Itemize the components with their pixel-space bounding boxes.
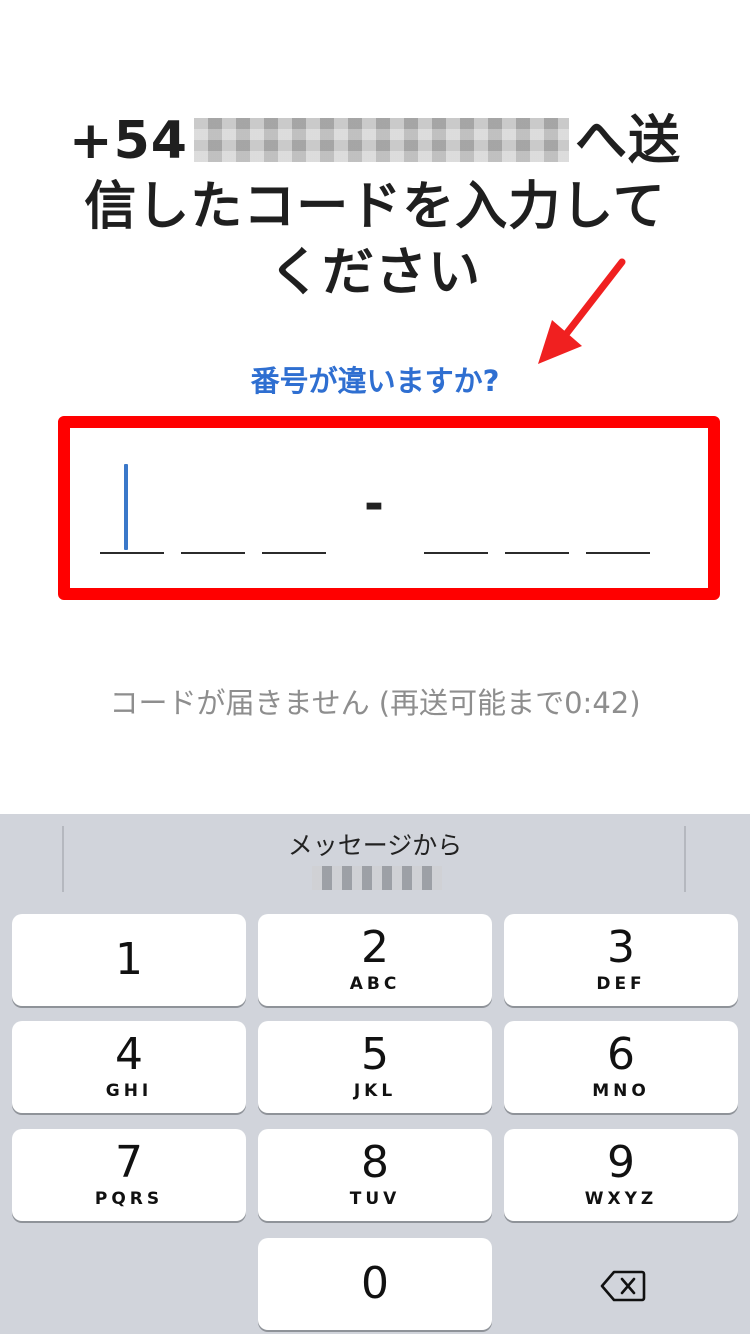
key-3[interactable]: 3 DEF bbox=[504, 914, 738, 1006]
numeric-keyboard: メッセージから 1 2 ABC 3 DEF 4 GHI 5 JKL 6 MNO … bbox=[0, 814, 750, 1334]
key-digit: 8 bbox=[361, 1137, 389, 1188]
resend-status[interactable]: コードが届きません (再送可能まで0:42) bbox=[0, 680, 750, 722]
key-letters: MNO bbox=[592, 1081, 650, 1101]
code-slot-5[interactable] bbox=[505, 552, 569, 554]
redacted-phone-number bbox=[193, 118, 569, 162]
key-7[interactable]: 7 PQRS bbox=[12, 1129, 246, 1221]
key-8[interactable]: 8 TUV bbox=[258, 1129, 492, 1221]
key-4[interactable]: 4 GHI bbox=[12, 1021, 246, 1113]
code-input-highlight bbox=[58, 416, 720, 600]
phone-prefix: +54 bbox=[69, 111, 188, 171]
text-cursor bbox=[124, 464, 128, 550]
key-5[interactable]: 5 JKL bbox=[258, 1021, 492, 1113]
key-6[interactable]: 6 MNO bbox=[504, 1021, 738, 1113]
key-digit: 6 bbox=[607, 1029, 635, 1080]
key-letters: DEF bbox=[596, 974, 646, 994]
key-digit: 4 bbox=[115, 1029, 143, 1080]
key-letters: GHI bbox=[105, 1081, 153, 1101]
key-letters: JKL bbox=[353, 1081, 397, 1101]
key-digit: 9 bbox=[607, 1137, 635, 1188]
red-arrow-icon bbox=[538, 258, 626, 364]
code-slot-1[interactable] bbox=[100, 552, 164, 554]
key-letters: WXYZ bbox=[584, 1189, 658, 1209]
code-slot-4[interactable] bbox=[424, 552, 488, 554]
code-slot-2[interactable] bbox=[181, 552, 245, 554]
code-slot-6[interactable] bbox=[586, 552, 650, 554]
key-digit: 2 bbox=[361, 922, 389, 973]
suggestion-label: メッセージから bbox=[287, 831, 463, 860]
title-suffix: へ送 bbox=[574, 111, 681, 171]
backspace-icon bbox=[600, 1270, 646, 1302]
title-line-2: 信したコードを入力して bbox=[84, 177, 666, 237]
key-letters: TUV bbox=[349, 1189, 401, 1209]
key-1[interactable]: 1 bbox=[12, 914, 246, 1006]
autofill-suggestion[interactable]: メッセージから bbox=[0, 814, 750, 900]
key-digit: 0 bbox=[361, 1258, 389, 1309]
key-letters: PQRS bbox=[94, 1189, 164, 1209]
delete-key[interactable] bbox=[504, 1238, 738, 1330]
key-2[interactable]: 2 ABC bbox=[258, 914, 492, 1006]
key-digit: 5 bbox=[361, 1029, 389, 1080]
code-separator: - bbox=[364, 476, 384, 532]
key-digit: 3 bbox=[607, 922, 635, 973]
key-digit: 1 bbox=[115, 934, 143, 985]
redacted-sender bbox=[312, 866, 442, 890]
key-0[interactable]: 0 bbox=[258, 1238, 492, 1330]
key-9[interactable]: 9 WXYZ bbox=[504, 1129, 738, 1221]
key-letters: ABC bbox=[349, 974, 401, 994]
title-line-1: +54 へ送 bbox=[60, 108, 690, 174]
wrong-number-link[interactable]: 番号が違いますか? bbox=[0, 358, 750, 400]
key-digit: 7 bbox=[115, 1137, 143, 1188]
code-slot-3[interactable] bbox=[262, 552, 326, 554]
